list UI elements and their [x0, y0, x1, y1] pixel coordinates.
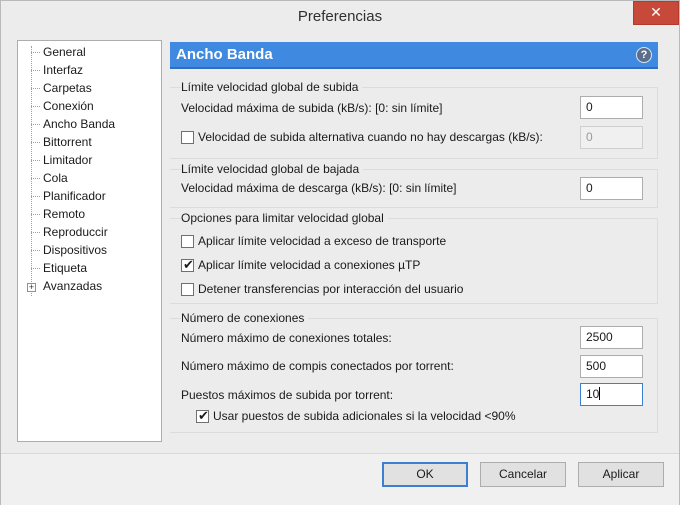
connections-total-label: Número máximo de conexiones totales: [181, 331, 392, 345]
sidebar-item-bittorrent[interactable]: Bittorrent [43, 133, 92, 151]
sidebar-item-carpetas[interactable]: Carpetas [43, 79, 92, 97]
option-transport-label: Aplicar límite velocidad a exceso de tra… [198, 234, 447, 248]
help-icon[interactable]: ? [636, 47, 652, 63]
options-group-title: Opciones para limitar velocidad global [181, 211, 388, 225]
connections-total-input[interactable]: 2500 [580, 326, 643, 349]
tree-branch [31, 106, 40, 107]
upload-alt-checkbox[interactable] [181, 131, 194, 144]
sidebar-item-dispositivos[interactable]: Dispositivos [43, 241, 107, 259]
option-transport-row[interactable]: Aplicar límite velocidad a exceso de tra… [181, 234, 561, 250]
tree-branch [31, 70, 40, 71]
close-icon: ✕ [650, 4, 662, 20]
upload-alt-row[interactable]: Velocidad de subida alternativa cuando n… [181, 130, 561, 146]
option-utp-checkbox[interactable]: ✔ [181, 257, 194, 272]
option-utp-row[interactable]: ✔ Aplicar límite velocidad a conexiones … [181, 257, 561, 274]
sidebar-item-planificador[interactable]: Planificador [43, 187, 106, 205]
tree-branch [31, 268, 40, 269]
category-tree[interactable]: General Interfaz Carpetas Conexión Ancho… [17, 40, 162, 442]
apply-button[interactable]: Aplicar [578, 462, 664, 487]
sidebar-item-general[interactable]: General [43, 43, 86, 61]
tree-branch [31, 88, 40, 89]
cancel-button[interactable]: Cancelar [480, 462, 566, 487]
sidebar-item-interfaz[interactable]: Interfaz [43, 61, 83, 79]
sidebar-item-cola[interactable]: Cola [43, 169, 68, 187]
window-title: Preferencias [297, 8, 383, 25]
connections-slots-value: 10 [586, 387, 600, 401]
connections-slots-input[interactable]: 10 [580, 383, 643, 406]
connections-group-title: Número de conexiones [181, 311, 309, 325]
tree-branch [31, 250, 40, 251]
tree-branch [31, 52, 40, 53]
tree-branch [31, 196, 40, 197]
tree-branch [31, 178, 40, 179]
option-stop-label: Detener transferencias por interacción d… [198, 282, 464, 296]
page-title: Ancho Banda [176, 46, 273, 63]
extra-slots-checkbox[interactable]: ✔ [196, 408, 209, 423]
upload-max-label: Velocidad máxima de subida (kB/s): [0: s… [181, 101, 443, 115]
tree-branch [31, 124, 40, 125]
extra-slots-label: Usar puestos de subida adicionales si la… [213, 409, 516, 423]
sidebar-item-ancho-banda[interactable]: Ancho Banda [43, 115, 115, 133]
tree-branch [31, 214, 40, 215]
tree-guide-line [31, 46, 32, 296]
tree-branch [31, 142, 40, 143]
upload-max-input[interactable]: 0 [580, 96, 643, 119]
check-icon: ✔ [183, 257, 194, 272]
connections-slots-label: Puestos máximos de subida por torrent: [181, 388, 394, 402]
upload-group-title: Límite velocidad global de subida [181, 80, 363, 94]
connections-peers-input[interactable]: 500 [580, 355, 643, 378]
sidebar-item-reproduccir[interactable]: Reproduccir [43, 223, 108, 241]
sidebar-item-remoto[interactable]: Remoto [43, 205, 85, 223]
preferences-window: Preferencias ✕ General Interfaz Carpetas… [0, 0, 680, 505]
sidebar-item-avanzadas[interactable]: Avanzadas [43, 277, 102, 295]
check-icon: ✔ [198, 408, 209, 423]
extra-slots-row[interactable]: ✔ Usar puestos de subida adicionales si … [196, 408, 556, 425]
upload-alt-input[interactable]: 0 [580, 126, 643, 149]
download-group-title: Límite velocidad global de bajada [181, 162, 364, 176]
close-button[interactable]: ✕ [633, 1, 679, 25]
download-max-input[interactable]: 0 [580, 177, 643, 200]
option-utp-label: Aplicar límite velocidad a conexiones µT… [198, 258, 421, 272]
expand-icon[interactable]: + [27, 283, 36, 292]
download-max-label: Velocidad máxima de descarga (kB/s): [0:… [181, 181, 457, 195]
option-stop-row[interactable]: Detener transferencias por interacción d… [181, 282, 561, 298]
section-header: Ancho Banda ? [170, 42, 658, 69]
option-stop-checkbox[interactable] [181, 283, 194, 296]
option-transport-checkbox[interactable] [181, 235, 194, 248]
title-bar[interactable]: Preferencias ✕ [1, 1, 679, 32]
tree-branch [31, 160, 40, 161]
upload-alt-label: Velocidad de subida alternativa cuando n… [198, 130, 543, 144]
ok-button[interactable]: OK [382, 462, 468, 487]
sidebar-item-conexion[interactable]: Conexión [43, 97, 94, 115]
tree-branch [31, 232, 40, 233]
connections-peers-label: Número máximo de compis conectados por t… [181, 359, 454, 373]
sidebar-item-limitador[interactable]: Limitador [43, 151, 92, 169]
sidebar-item-etiqueta[interactable]: Etiqueta [43, 259, 87, 277]
text-caret [599, 387, 601, 400]
